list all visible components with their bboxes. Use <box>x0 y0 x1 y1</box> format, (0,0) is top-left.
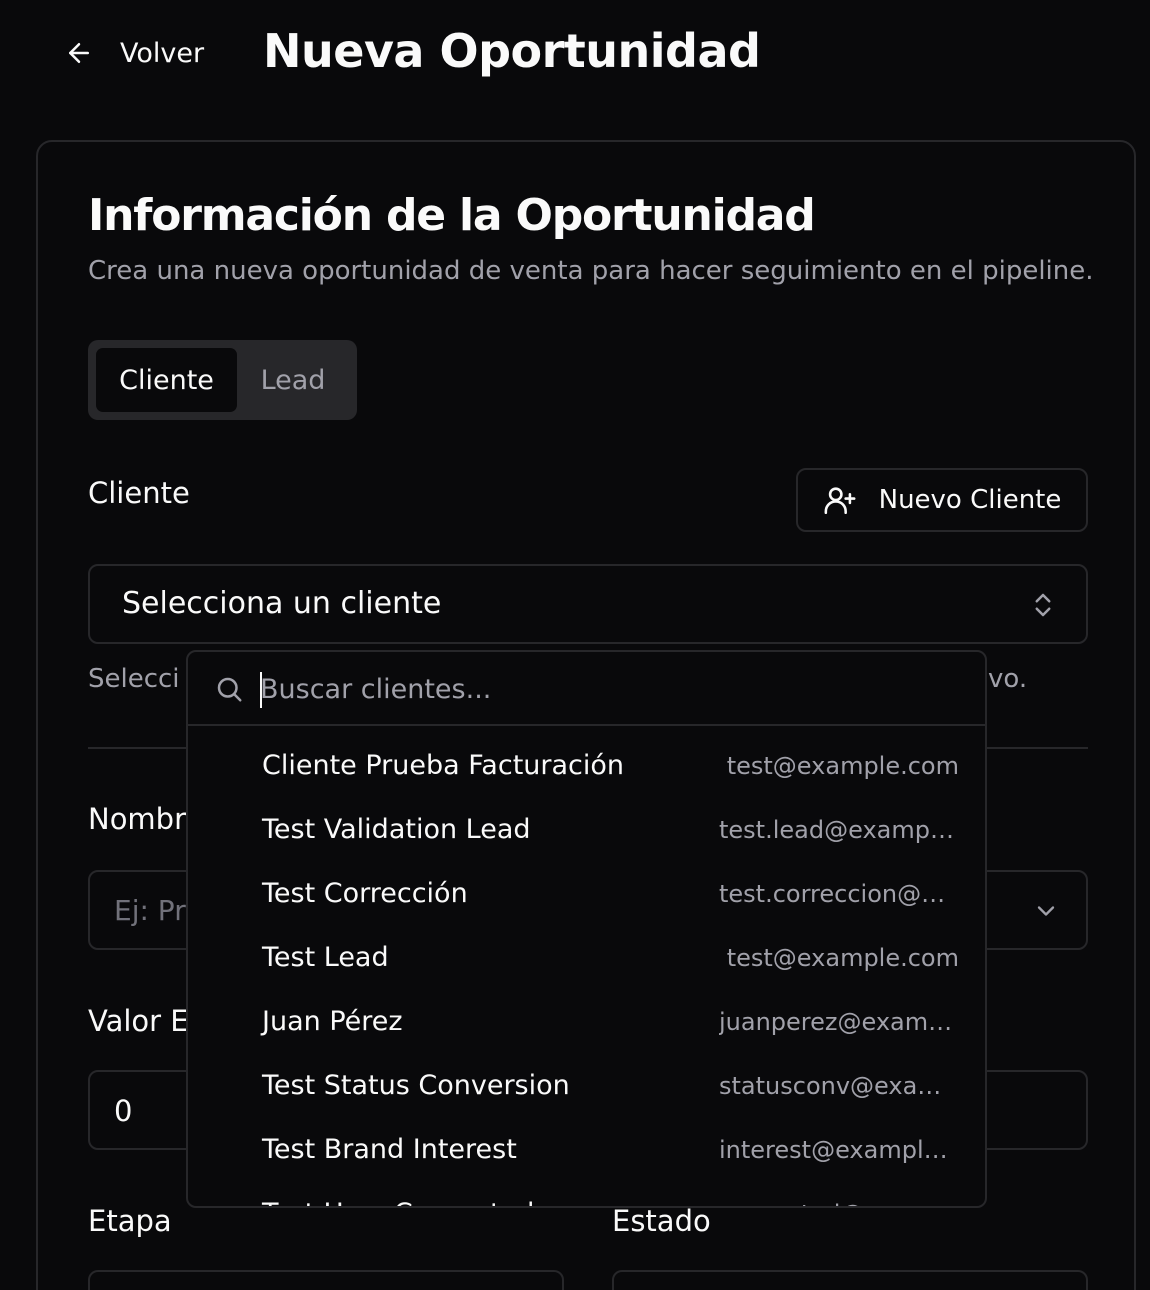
tab-cliente[interactable]: Cliente <box>96 348 237 412</box>
customer-type-tabs: Cliente Lead <box>88 340 357 420</box>
client-option-name: Cliente Prueba Facturación <box>262 750 625 781</box>
search-icon <box>217 677 242 702</box>
client-option[interactable]: Test Corrección test.correccion@ex... <box>188 864 985 928</box>
stage-select[interactable] <box>88 1270 564 1290</box>
client-search-input[interactable] <box>260 669 950 709</box>
client-option-name: Test Lead <box>262 942 389 973</box>
new-client-button-label: Nuevo Cliente <box>878 485 1062 515</box>
chevrons-up-down-icon <box>1035 593 1051 617</box>
client-option-name: Test Brand Interest <box>262 1134 517 1165</box>
status-label: Estado <box>612 1204 711 1238</box>
tab-lead[interactable]: Lead <box>237 348 349 412</box>
client-option-email: converted@example.... <box>719 1200 959 1206</box>
client-combobox-popover: Cliente Prueba Facturación test@example.… <box>186 650 987 1208</box>
top-bar: Volver Nueva Oportunidad <box>0 0 1150 110</box>
stage-label: Etapa <box>88 1204 172 1238</box>
client-option[interactable]: Test Brand Interest interest@example.... <box>188 1120 985 1184</box>
client-option-email: statusconv@examp... <box>719 1072 959 1100</box>
arrow-left-icon <box>69 43 89 63</box>
client-option-name: Test Validation Lead <box>262 814 531 845</box>
client-option[interactable]: Test Lead test@example.com <box>188 928 985 992</box>
client-helper-text-end: vo. <box>988 664 1028 694</box>
client-option-name: Juan Pérez <box>262 1006 403 1037</box>
card-title: Información de la Oportunidad <box>88 190 816 241</box>
client-select-value: Selecciona un cliente <box>122 586 442 621</box>
user-plus-icon <box>824 487 856 515</box>
card-description: Crea una nueva oportunidad de venta para… <box>88 256 1094 286</box>
opportunity-name-label: Nombr <box>88 802 187 836</box>
text-caret <box>260 672 262 708</box>
client-option-email: juanperez@exampl... <box>719 1008 959 1036</box>
client-option-name: Test Status Conversion <box>262 1070 570 1101</box>
client-option[interactable]: Test User Converted converted@example...… <box>188 1184 985 1206</box>
client-helper-text: Selecci <box>88 664 180 694</box>
client-option-email: test@example.com <box>726 944 959 972</box>
client-option-email: test.lead@example... <box>719 816 959 844</box>
back-button-label: Volver <box>120 37 205 69</box>
chevron-down-icon <box>1037 906 1055 916</box>
client-option-email: test@example.com <box>726 752 959 780</box>
estimated-value-text: 0 <box>114 1094 133 1128</box>
new-client-button[interactable]: Nuevo Cliente <box>796 468 1088 532</box>
client-option-name: Test Corrección <box>262 878 468 909</box>
client-label: Cliente <box>88 476 190 510</box>
client-options-list[interactable]: Cliente Prueba Facturación test@example.… <box>188 736 985 1206</box>
client-select[interactable]: Selecciona un cliente <box>88 564 1088 644</box>
client-option-email: interest@example.... <box>719 1136 959 1164</box>
status-select[interactable] <box>612 1270 1088 1290</box>
client-option-name: Test User Converted <box>262 1198 534 1206</box>
back-button[interactable]: Volver <box>64 28 204 78</box>
client-option[interactable]: Juan Pérez juanperez@exampl... <box>188 992 985 1056</box>
estimated-value-label: Valor E <box>88 1004 189 1038</box>
client-option[interactable]: Cliente Prueba Facturación test@example.… <box>188 736 985 800</box>
client-option-email: test.correccion@ex... <box>719 880 959 908</box>
page-title: Nueva Oportunidad <box>263 24 761 78</box>
client-search-row <box>188 652 985 726</box>
client-option[interactable]: Test Status Conversion statusconv@examp.… <box>188 1056 985 1120</box>
client-option[interactable]: Test Validation Lead test.lead@example..… <box>188 800 985 864</box>
